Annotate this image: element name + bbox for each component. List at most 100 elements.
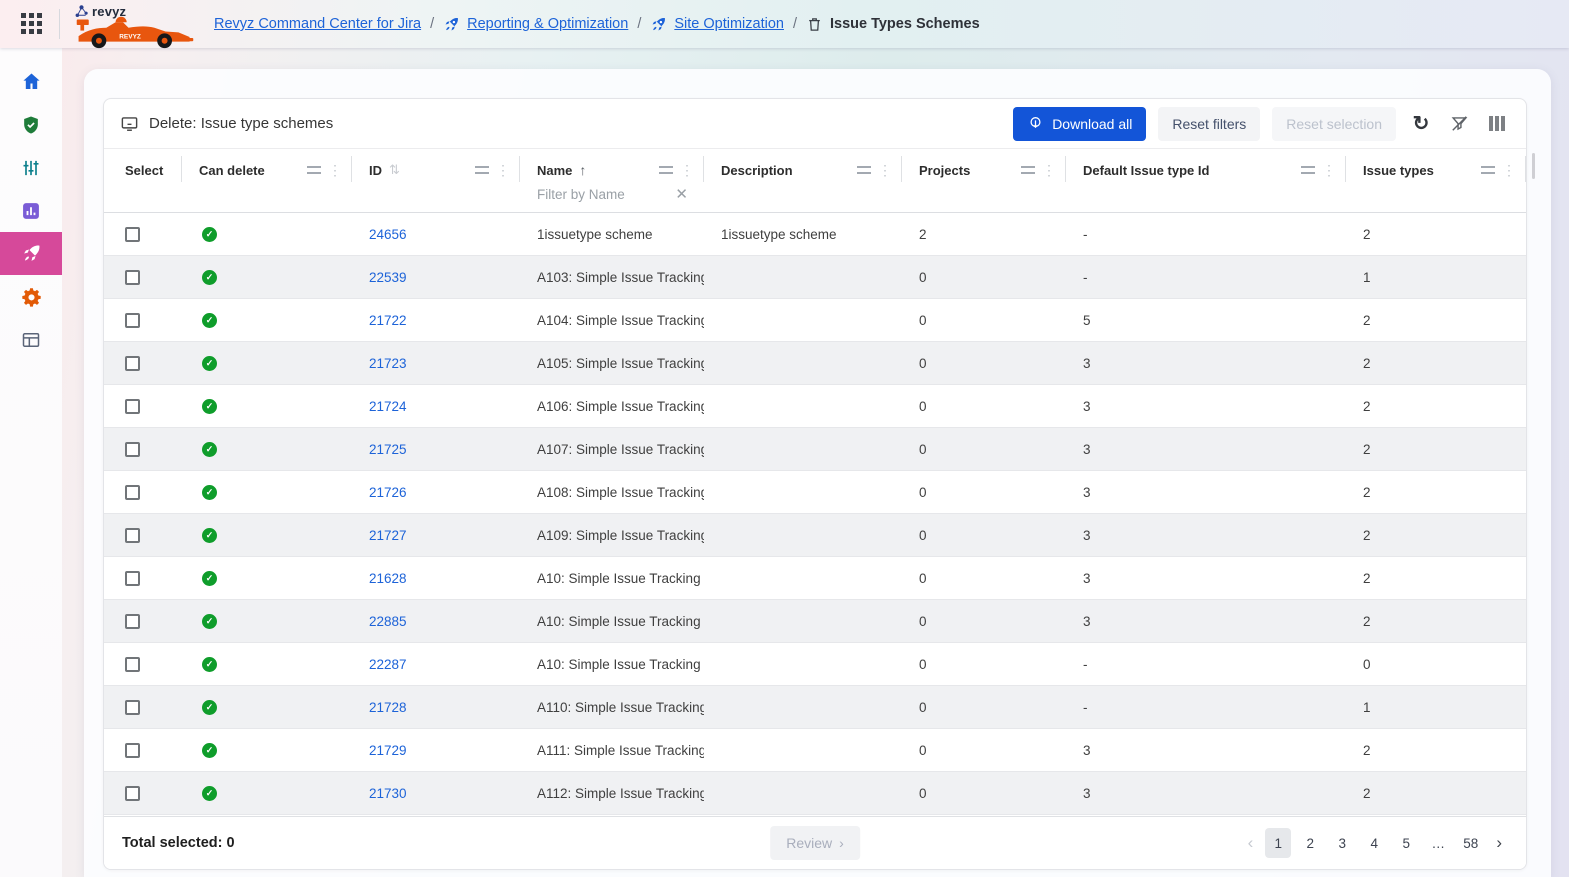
row-checkbox[interactable]	[125, 227, 140, 242]
cell-description	[704, 557, 902, 599]
manage-columns-button[interactable]	[1484, 111, 1510, 137]
column-header-name: Name ↑ ⋮ ✕	[520, 149, 704, 212]
cell-can-delete: ✓	[182, 514, 352, 556]
row-checkbox[interactable]	[125, 700, 140, 715]
clear-filter-icon[interactable]: ✕	[675, 185, 688, 203]
breadcrumb-link-site-optimization[interactable]: Site Optimization	[650, 16, 784, 33]
issue-type-schemes-card: Delete: Issue type schemes Download all …	[103, 98, 1527, 870]
row-checkbox[interactable]	[125, 528, 140, 543]
row-checkbox[interactable]	[125, 614, 140, 629]
columns-icon	[1489, 116, 1505, 131]
row-id-link[interactable]: 21725	[369, 442, 407, 457]
row-id-link[interactable]: 24656	[369, 227, 407, 242]
sidebar-item-app-window[interactable]	[0, 318, 62, 361]
revyz-logo: revyz REVYZ	[74, 1, 200, 47]
row-id-link[interactable]: 21729	[369, 743, 407, 758]
reset-filters-button[interactable]: Reset filters	[1158, 107, 1260, 141]
cell-description	[704, 299, 902, 341]
pagination-prev-button[interactable]: ‹	[1242, 833, 1260, 853]
breadcrumb-link-reporting-optimization[interactable]: Reporting & Optimization	[443, 16, 628, 33]
page-button[interactable]: 58	[1457, 828, 1484, 858]
cell-id: 21724	[352, 385, 520, 427]
shield-check-icon	[21, 115, 41, 135]
filter-menu-icon[interactable]	[857, 166, 871, 174]
app-switcher-icon[interactable]	[21, 13, 43, 35]
page-button[interactable]: 3	[1329, 828, 1355, 858]
page-button[interactable]: 5	[1393, 828, 1419, 858]
row-id-link[interactable]: 21728	[369, 700, 407, 715]
row-checkbox[interactable]	[125, 786, 140, 801]
table-row: ✓ 21726 A108: Simple Issue Tracking Iss …	[104, 471, 1526, 514]
row-checkbox[interactable]	[125, 270, 140, 285]
can-delete-check-icon: ✓	[202, 614, 217, 629]
column-menu-icon[interactable]: ⋮	[878, 163, 892, 177]
sidebar-item-home[interactable]	[0, 60, 62, 103]
row-id-link[interactable]: 22287	[369, 657, 407, 672]
row-checkbox[interactable]	[125, 743, 140, 758]
column-menu-icon[interactable]: ⋮	[1322, 163, 1336, 177]
disable-filters-button[interactable]	[1446, 111, 1472, 137]
breadcrumb-link-command-center[interactable]: Revyz Command Center for Jira	[214, 16, 421, 32]
name-filter-input[interactable]	[537, 187, 667, 202]
cell-default-issue-type-id: -	[1066, 643, 1346, 685]
cell-id: 22885	[352, 600, 520, 642]
column-menu-icon[interactable]: ⋮	[1502, 163, 1516, 177]
table-footer: Total selected: 0 Review › ‹ 1 2 3 4 5 ……	[104, 816, 1526, 869]
column-menu-icon[interactable]: ⋮	[680, 163, 694, 177]
row-id-link[interactable]: 21726	[369, 485, 407, 500]
sidebar-item-data-protection[interactable]	[0, 103, 62, 146]
filter-menu-icon[interactable]	[1021, 166, 1035, 174]
row-id-link[interactable]: 21730	[369, 786, 407, 801]
download-all-button[interactable]: Download all	[1013, 107, 1146, 141]
page-button[interactable]: 4	[1361, 828, 1387, 858]
sidebar-item-configuration[interactable]	[0, 146, 62, 189]
column-menu-icon[interactable]: ⋮	[496, 163, 510, 177]
page-button[interactable]: 2	[1297, 828, 1323, 858]
sidebar-item-site-optimization[interactable]	[0, 232, 62, 275]
filter-menu-icon[interactable]	[659, 166, 673, 174]
cell-description	[704, 256, 902, 298]
cell-projects: 0	[902, 729, 1066, 771]
row-id-link[interactable]: 21628	[369, 571, 407, 586]
row-id-link[interactable]: 22885	[369, 614, 407, 629]
cell-default-issue-type-id: 5	[1066, 299, 1346, 341]
cell-select	[104, 557, 182, 599]
row-id-link[interactable]: 21727	[369, 528, 407, 543]
column-menu-icon[interactable]: ⋮	[1042, 163, 1056, 177]
sidebar-item-analytics[interactable]	[0, 189, 62, 232]
row-checkbox[interactable]	[125, 485, 140, 500]
scrollbar-thumb[interactable]	[1532, 153, 1535, 179]
row-checkbox[interactable]	[125, 657, 140, 672]
can-delete-check-icon: ✓	[202, 356, 217, 371]
row-id-link[interactable]: 21722	[369, 313, 407, 328]
row-checkbox[interactable]	[125, 313, 140, 328]
row-checkbox[interactable]	[125, 442, 140, 457]
row-id-link[interactable]: 21724	[369, 399, 407, 414]
row-id-link[interactable]: 22539	[369, 270, 407, 285]
table-row: ✓ 21723 A105: Simple Issue Tracking Iss …	[104, 342, 1526, 385]
column-header-issue-types: Issue types ⋮	[1346, 149, 1526, 212]
row-checkbox[interactable]	[125, 356, 140, 371]
table-row: ✓ 22885 A10: Simple Issue Tracking Issu …	[104, 600, 1526, 643]
pagination-next-button[interactable]: ›	[1490, 833, 1508, 853]
cell-select	[104, 643, 182, 685]
sidebar-item-settings[interactable]	[0, 275, 62, 318]
page-button[interactable]: 1	[1265, 828, 1291, 858]
cell-projects: 0	[902, 471, 1066, 513]
row-id-link[interactable]: 21723	[369, 356, 407, 371]
sort-icon[interactable]: ⇅	[389, 162, 400, 178]
column-menu-icon[interactable]: ⋮	[328, 163, 342, 177]
cell-default-issue-type-id: -	[1066, 213, 1346, 255]
table-row: ✓ 22287 A10: Simple Issue Tracking Issu …	[104, 643, 1526, 686]
row-checkbox[interactable]	[125, 399, 140, 414]
review-button[interactable]: Review ›	[770, 826, 860, 860]
cell-name: A10: Simple Issue Tracking Issu	[520, 557, 704, 599]
filter-menu-icon[interactable]	[1481, 166, 1495, 174]
filter-menu-icon[interactable]	[307, 166, 321, 174]
filter-menu-icon[interactable]	[1301, 166, 1315, 174]
reset-selection-button[interactable]: Reset selection	[1272, 107, 1396, 141]
filter-menu-icon[interactable]	[475, 166, 489, 174]
row-checkbox[interactable]	[125, 571, 140, 586]
sort-ascending-icon[interactable]: ↑	[579, 162, 586, 178]
refresh-button[interactable]: ↻	[1408, 111, 1434, 137]
